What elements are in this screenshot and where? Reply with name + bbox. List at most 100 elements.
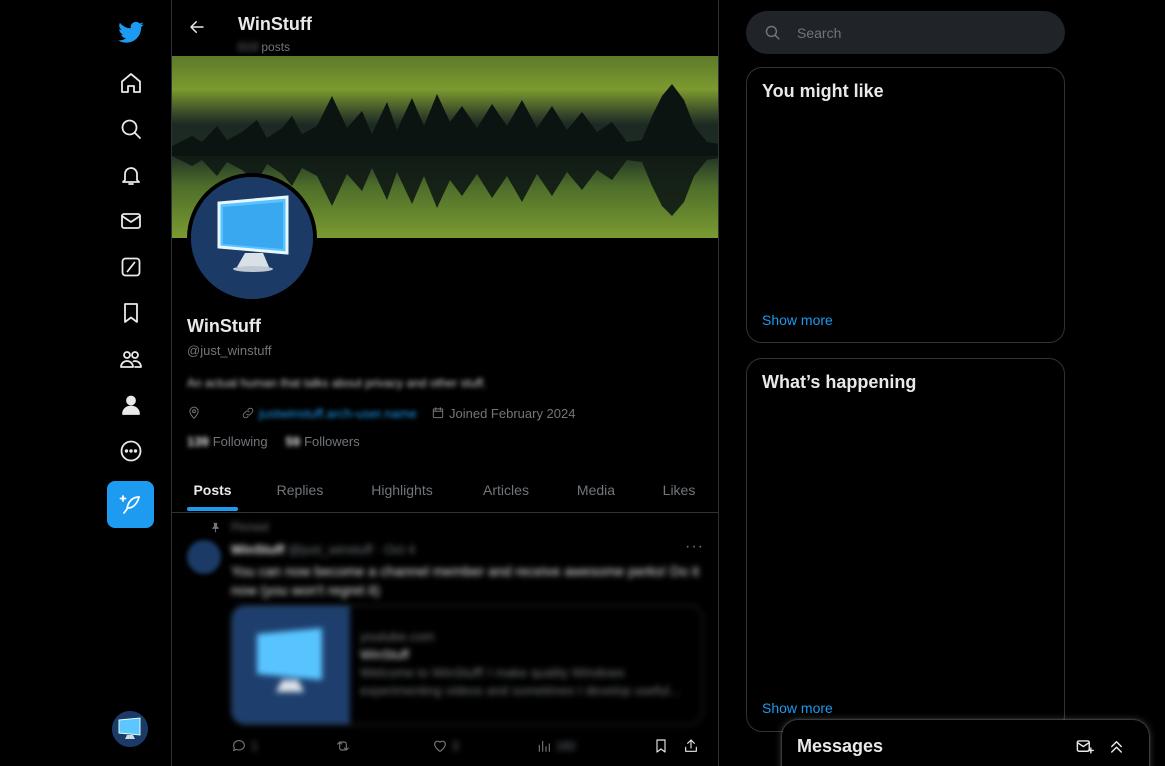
- profile-avatar-image: [191, 177, 313, 299]
- profile-name: WinStuff: [187, 316, 261, 336]
- tweet-actions: 1 3 182: [231, 736, 703, 756]
- card-body: youtube.com WinStuff Welcome to WinStuff…: [360, 628, 695, 700]
- more-dots-icon[interactable]: ···: [685, 538, 704, 556]
- you-might-like-panel: You might like Show more: [746, 67, 1065, 343]
- profile-header-bar: WinStuff 619 posts: [172, 0, 718, 56]
- follow-stats: 139 Following 59 Followers: [187, 434, 378, 449]
- header-title: WinStuff: [238, 14, 312, 34]
- monitor-thumbnail-icon: [257, 628, 322, 692]
- link-icon: [242, 407, 254, 419]
- tab-articles[interactable]: Articles: [474, 466, 538, 513]
- whats-happening-title: What’s happening: [762, 372, 917, 392]
- tab-media[interactable]: Media: [570, 466, 622, 513]
- website-item: justwinstuff.arch-user.name: [241, 406, 417, 421]
- pinned-text: Pinned: [231, 520, 269, 534]
- search-input[interactable]: [797, 24, 1037, 41]
- following-label: Following: [212, 434, 268, 449]
- followers-link[interactable]: 59 Followers: [286, 434, 360, 449]
- bookmark-icon[interactable]: [110, 292, 152, 334]
- new-message-icon[interactable]: [1072, 734, 1096, 758]
- following-link[interactable]: 139 Following: [187, 434, 268, 449]
- tweet-handle: @just_winstuff: [287, 542, 373, 557]
- profile-avatar[interactable]: [187, 173, 317, 303]
- pin-icon: [212, 522, 219, 533]
- tab-replies[interactable]: Replies: [270, 466, 330, 513]
- tweet-text: You can now become a channel member and …: [231, 563, 699, 598]
- tab-highlights[interactable]: Highlights: [362, 466, 442, 513]
- joined-item: Joined February 2024: [431, 406, 575, 421]
- bar-chart-icon: [538, 740, 550, 752]
- tab-posts[interactable]: Posts: [187, 466, 238, 513]
- left-nav: [0, 0, 172, 766]
- repost-button[interactable]: [335, 736, 355, 756]
- joined-date: Joined February 2024: [449, 405, 576, 421]
- followers-count: 59: [285, 434, 301, 449]
- monitor-avatar-icon: [112, 711, 148, 747]
- reply-button[interactable]: 1: [231, 736, 258, 756]
- like-count: 3: [451, 739, 459, 753]
- active-tab-indicator: [187, 507, 238, 511]
- twitter-bird-icon[interactable]: [110, 12, 152, 54]
- more-circle-icon[interactable]: [110, 430, 152, 472]
- profile-tabs: Posts Replies Highlights Articles Media …: [172, 466, 718, 513]
- tab-likes[interactable]: Likes: [656, 466, 702, 513]
- whats-happening-show-more[interactable]: Show more: [762, 700, 833, 716]
- whats-happening-panel: What’s happening Show more: [746, 358, 1065, 732]
- pinned-label: Pinned: [210, 520, 268, 534]
- tweet-header: WinStuff @just_winstuff · Oct 4: [231, 542, 416, 557]
- profile-handle: @just_winstuff: [187, 343, 272, 358]
- app-root: WinStuff 619 posts WinStuff @just_winstu…: [0, 0, 1165, 766]
- reply-icon: [233, 740, 245, 752]
- account-avatar[interactable]: [112, 711, 148, 747]
- view-count: 182: [555, 739, 576, 753]
- post-count-label: posts: [261, 40, 291, 54]
- header-post-count: 619 posts: [238, 40, 290, 54]
- card-thumbnail: [232, 606, 350, 724]
- search-bar[interactable]: [746, 11, 1065, 54]
- profile-meta: justwinstuff.arch-user.name Joined Febru…: [187, 404, 589, 422]
- pinned-tweet[interactable]: Pinned WinStuff @just_winstuff · Oct 4 ·…: [172, 514, 718, 766]
- arrow-left-icon: [190, 21, 204, 33]
- location-pin-icon: [189, 406, 199, 419]
- search-icon: [765, 25, 780, 40]
- location-item: [187, 406, 205, 420]
- expand-chevrons-icon[interactable]: [1104, 734, 1128, 758]
- compose-post-button[interactable]: [107, 481, 154, 528]
- profile-column: WinStuff 619 posts WinStuff @just_winstu…: [171, 0, 719, 766]
- profile-bio: An actual human that talks about privacy…: [187, 376, 487, 390]
- communities-icon[interactable]: [110, 338, 152, 380]
- you-might-like-title: You might like: [762, 81, 884, 101]
- grok-slash-icon[interactable]: [110, 246, 152, 288]
- feather-plus-icon: [119, 494, 140, 514]
- messages-drawer[interactable]: Messages: [782, 720, 1149, 766]
- monitor-avatar-icon: [191, 177, 313, 299]
- bookmark-small-icon[interactable]: [653, 738, 669, 754]
- search-nav-icon[interactable]: [110, 108, 152, 150]
- calendar-icon: [432, 407, 444, 419]
- share-icon[interactable]: [683, 738, 699, 754]
- card-domain: youtube.com: [360, 629, 435, 644]
- profile-icon[interactable]: [110, 384, 152, 426]
- link-card[interactable]: youtube.com WinStuff Welcome to WinStuff…: [231, 605, 703, 725]
- post-count-value: 619: [238, 40, 259, 54]
- home-icon[interactable]: [110, 62, 152, 104]
- envelope-icon[interactable]: [110, 200, 152, 242]
- messages-title: Messages: [797, 736, 884, 756]
- card-title: WinStuff: [360, 647, 409, 662]
- reply-count: 1: [251, 739, 258, 753]
- followers-label: Followers: [304, 434, 360, 449]
- views-button[interactable]: 182: [536, 736, 576, 756]
- tweet-author: WinStuff: [231, 542, 285, 557]
- repost-icon: [336, 741, 349, 751]
- back-button[interactable]: [184, 14, 210, 40]
- like-button[interactable]: 3: [432, 736, 459, 756]
- following-count: 139: [187, 434, 209, 449]
- tweet-avatar[interactable]: [187, 540, 221, 574]
- tweet-extra-actions: [653, 736, 703, 756]
- tweet-date: Oct 4: [384, 542, 416, 557]
- website-link[interactable]: justwinstuff.arch-user.name: [259, 406, 417, 421]
- card-description: Welcome to WinStuff! I make quality Wind…: [360, 665, 681, 698]
- heart-icon: [434, 740, 446, 752]
- bell-icon[interactable]: [110, 154, 152, 196]
- you-might-like-show-more[interactable]: Show more: [762, 312, 833, 328]
